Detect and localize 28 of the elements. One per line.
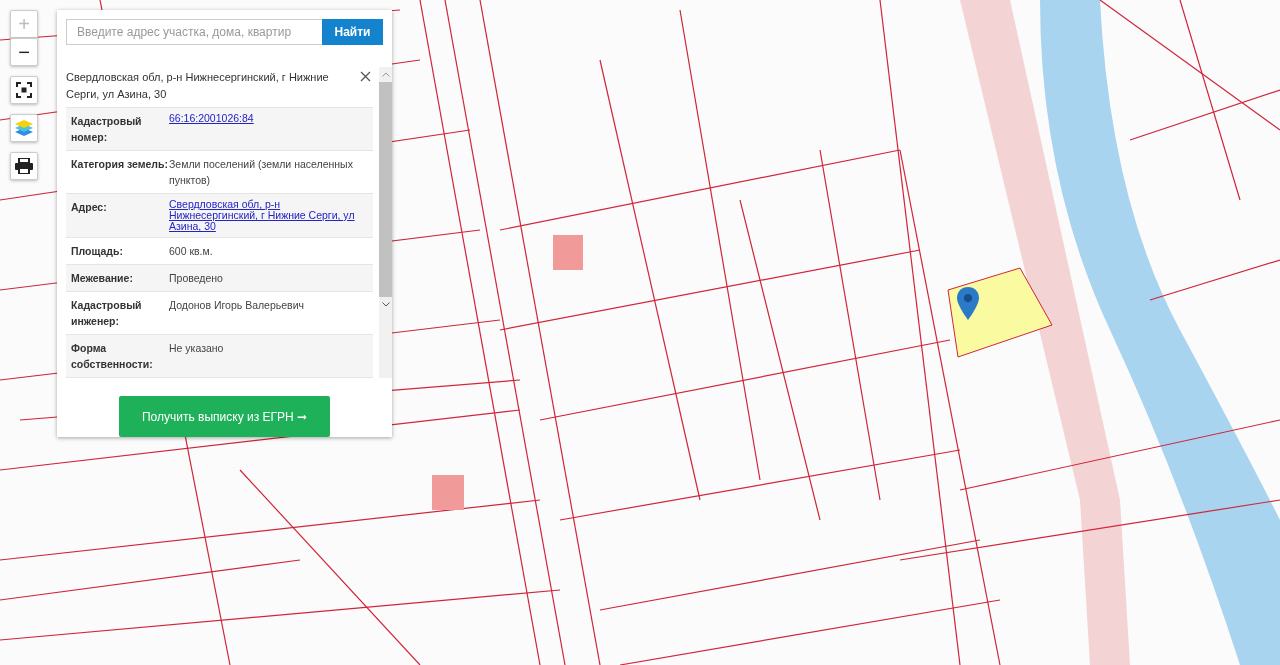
map-marker-icon[interactable]: [957, 287, 979, 320]
layers-icon: [14, 118, 34, 138]
property-value: Проведено: [169, 271, 224, 286]
property-label: Кадастровый инженер:: [71, 298, 143, 329]
property-value: Не указано: [169, 341, 225, 356]
zoom-out-button[interactable]: −: [10, 38, 38, 66]
layers-button[interactable]: [10, 114, 38, 142]
property-label: Форма собственности:: [71, 341, 154, 372]
property-link[interactable]: Свердловская обл, р-н Нижнесергинский, г Нижние Серги, ул Азина, 30: [169, 199, 368, 232]
property-value: Додонов Игорь Валерьевич: [169, 298, 306, 313]
property-label: Межевание:: [71, 271, 134, 286]
fullscreen-button[interactable]: [10, 76, 38, 104]
parcel-address-title: Свердловская обл, р-н Нижнесергинский, г Нижние Серги, ул Азина, 30: [66, 70, 330, 102]
find-button[interactable]: Найти: [322, 19, 383, 45]
close-icon[interactable]: [358, 69, 373, 84]
printer-icon: [15, 158, 33, 174]
print-button[interactable]: [10, 152, 38, 180]
property-value: 600 кв.м.: [169, 244, 214, 259]
property-value: Земли поселений (земли населенных пунктов): [169, 157, 354, 188]
address-search-field[interactable]: Введите адрес участка, дома, квартир: [66, 19, 322, 45]
scrollbar[interactable]: [379, 67, 392, 378]
property-label: Категория земель:: [71, 157, 169, 172]
property-label: Адрес:: [71, 200, 108, 215]
property-label: Площадь:: [71, 244, 124, 259]
fullscreen-icon: [16, 82, 32, 98]
scroll-down-icon[interactable]: [381, 302, 390, 307]
property-link[interactable]: 66:16:2001026:84: [169, 113, 368, 145]
property-label: Кадастровый номер:: [71, 114, 143, 145]
